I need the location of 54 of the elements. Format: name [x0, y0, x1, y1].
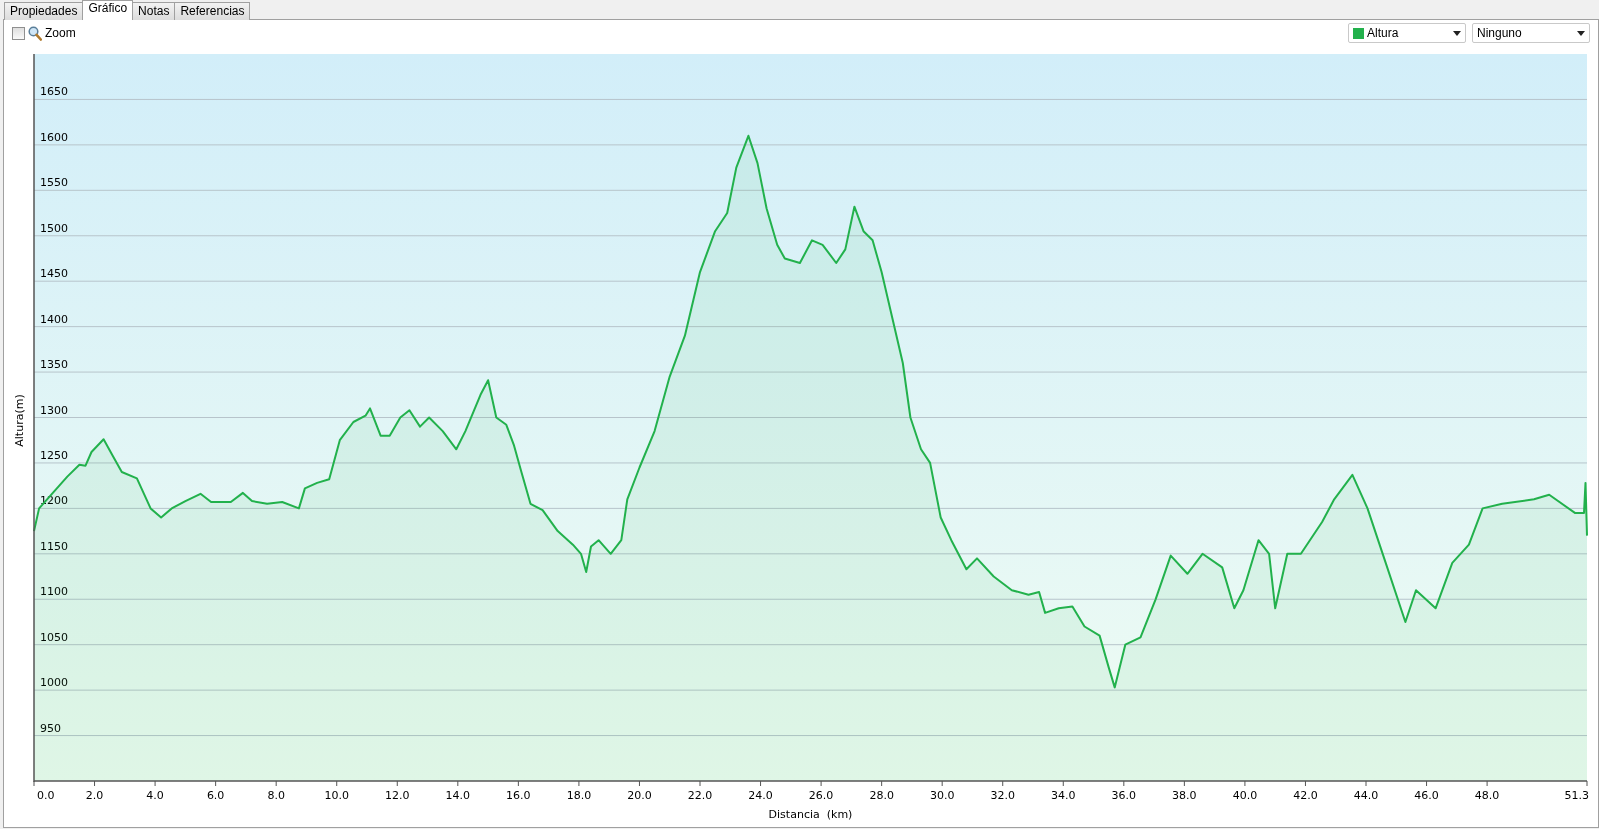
y-tick-label: 1100: [40, 585, 68, 599]
tab[interactable]: Propiedades: [4, 2, 84, 20]
y-tick-label: 1000: [40, 676, 68, 690]
compare-dropdown[interactable]: Ninguno: [1472, 23, 1590, 43]
x-tick-label: 16.0: [506, 789, 531, 802]
tab[interactable]: Gráfico: [82, 0, 134, 20]
y-tick-label: 950: [40, 721, 61, 735]
x-tick-label: 10.0: [324, 789, 349, 802]
caret-icon: [1577, 30, 1585, 36]
caret-icon: [1453, 30, 1461, 36]
x-tick-label: 6.0: [206, 789, 225, 802]
y-tick-label: 1500: [40, 221, 68, 235]
x-tick-label: 2.0: [85, 789, 104, 802]
series-dropdown[interactable]: Altura: [1348, 23, 1466, 43]
x-tick-label: 42.0: [1293, 789, 1318, 802]
magnifier-icon: [28, 25, 42, 41]
x-tick-label: 4.0: [146, 789, 164, 802]
x-tick-label: 36.0: [1111, 789, 1137, 802]
x-axis-title: Distancia (km): [768, 808, 853, 821]
x-tick-label: 40.0: [1232, 789, 1258, 802]
zoom-label: Zoom: [45, 25, 76, 42]
x-tick-label: 26.0: [808, 789, 834, 802]
x-tick-label: 34.0: [1051, 789, 1076, 802]
y-tick-label: 1350: [40, 358, 68, 372]
x-tick-label: 24.0: [748, 789, 773, 802]
y-tick-label: 1600: [40, 130, 68, 144]
x-tick-label: 0.0: [37, 789, 55, 802]
x-tick-label: 48.0: [1474, 789, 1500, 802]
y-tick-label: 1450: [40, 267, 68, 281]
x-tick-label: 22.0: [687, 789, 713, 802]
y-tick-label: 1650: [40, 85, 68, 99]
y-tick-label: 1150: [40, 539, 68, 553]
tab[interactable]: Notas: [132, 2, 176, 20]
series-color-swatch: [1353, 27, 1364, 39]
x-tick-label: 28.0: [869, 789, 894, 802]
x-tick-label: 30.0: [929, 789, 955, 802]
y-tick-label: 1550: [40, 176, 68, 190]
y-tick-label: 1050: [40, 630, 68, 644]
y-axis-title: Altura(m): [13, 394, 26, 447]
x-tick-label: 44.0: [1353, 789, 1379, 802]
y-tick-label: 1250: [40, 448, 68, 462]
x-tick-label: 20.0: [627, 789, 652, 802]
x-tick-label: 8.0: [267, 789, 285, 802]
y-tick-label: 1400: [40, 312, 68, 326]
y-tick-label: 1300: [40, 403, 68, 417]
x-tick-label: 51.3: [1564, 789, 1589, 802]
x-tick-label: 32.0: [990, 789, 1015, 802]
x-tick-label: 46.0: [1414, 789, 1439, 802]
x-tick-label: 38.0: [1172, 789, 1197, 802]
x-tick-label: 18.0: [566, 789, 592, 802]
tab[interactable]: Referencias: [174, 2, 251, 20]
x-tick-label: 12.0: [385, 789, 410, 802]
zoom-checkbox[interactable]: [12, 26, 25, 40]
x-tick-label: 14.0: [445, 789, 471, 802]
